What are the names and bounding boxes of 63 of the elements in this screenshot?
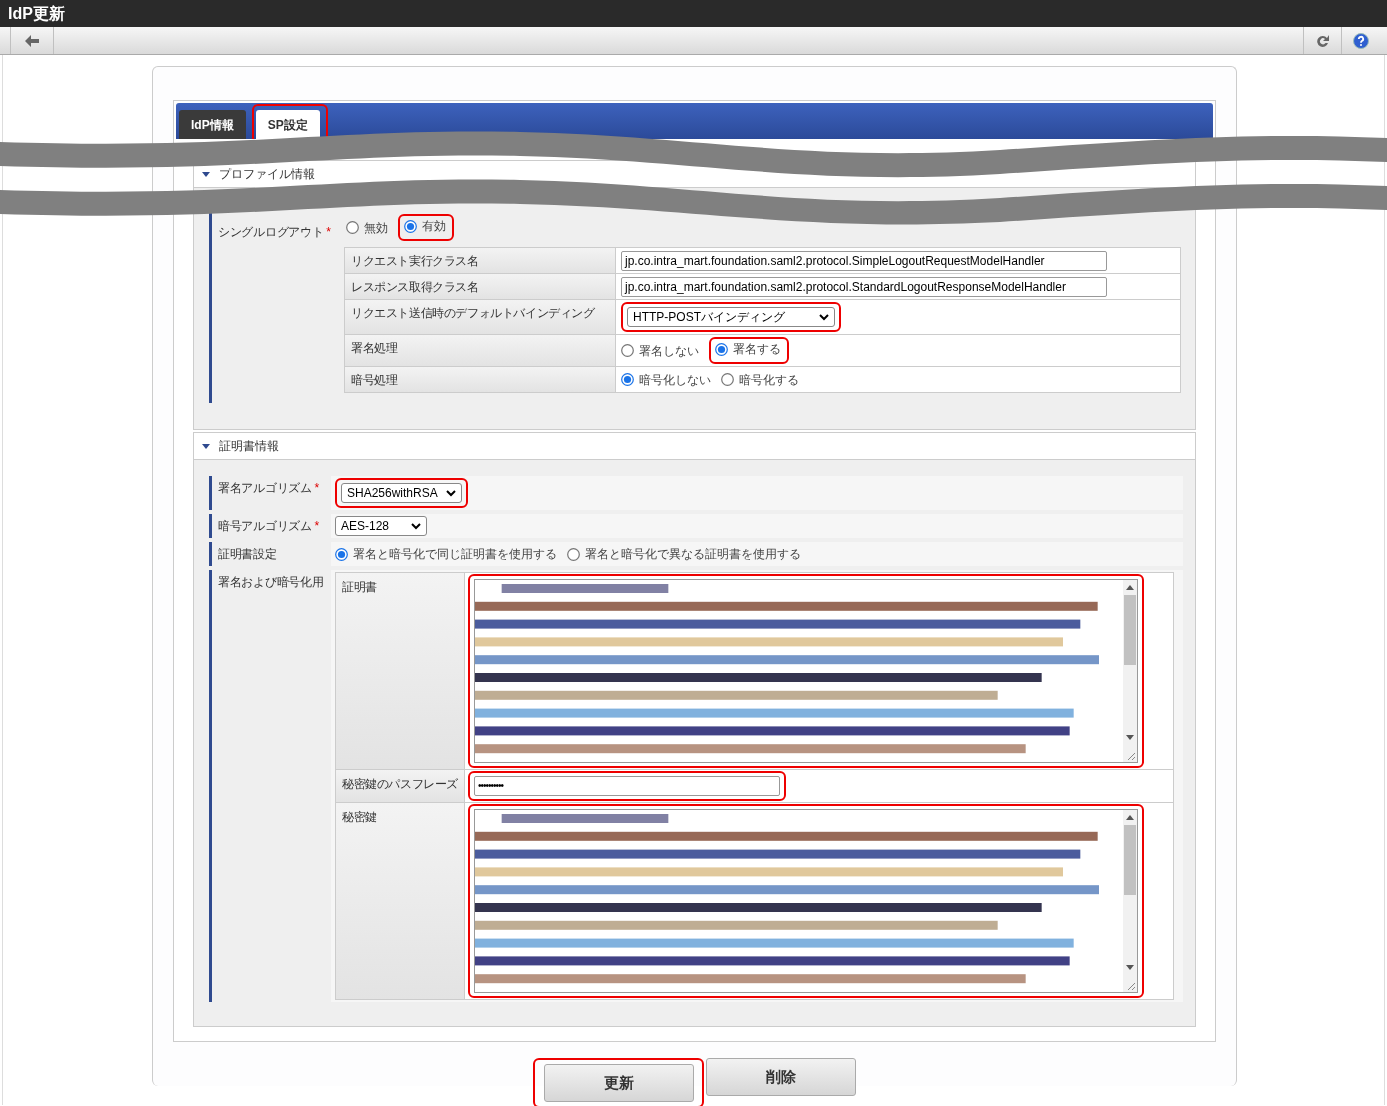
scrollbar[interactable] [1123,810,1137,992]
radio-button[interactable] [621,344,634,357]
radio-option[interactable]: 無効 [346,219,388,236]
field-label: 証明書設定 [218,546,277,562]
required-mark: * [326,224,331,240]
section-title: プロファイル情報 [219,166,315,182]
radio-option[interactable]: 署名する [715,341,781,357]
section-title: 証明書情報 [219,438,279,454]
field-label: レスポンス取得クラス名 [345,274,616,299]
radio-option[interactable]: 有効 [404,218,446,234]
resize-grip-icon[interactable] [1127,752,1135,760]
chevron-down-icon[interactable] [819,313,829,321]
radio-button[interactable] [721,373,734,386]
field-label: 秘密鍵 [336,803,465,999]
field-label: リクエスト送信時のデフォルトバインディング [345,300,616,334]
field-label: 署名および暗号化用 [218,574,324,590]
radio-button[interactable] [715,342,728,356]
radio-button[interactable] [335,547,348,561]
radio-button[interactable] [621,373,634,386]
radio-label[interactable]: 署名しない [639,342,699,359]
tab[interactable]: IdP情報 [179,110,246,139]
field-label: 秘密鍵のパスフレーズ [336,770,465,802]
help-icon [1352,32,1369,49]
field-label: シングルログアウト [218,224,324,240]
text-field[interactable]: jp.co.intra_mart.foundation.saml2.protocol.StandardLogoutResponseModelHandler [621,276,1107,297]
radio-option[interactable]: 暗号化しない [621,371,711,388]
chevron-down-icon[interactable] [445,489,456,497]
field-label: 署名処理 [345,335,616,366]
radio-label[interactable]: 暗号化する [739,371,799,388]
action-button[interactable]: 削除 [706,1058,856,1096]
chevron-down-icon[interactable] [411,522,421,530]
required-mark: * [314,518,319,534]
radio-button[interactable] [346,221,359,234]
back-button[interactable] [10,27,54,54]
required-mark: * [314,480,319,496]
dropdown[interactable]: AES-128 [335,516,427,536]
reload-icon [1315,33,1330,48]
action-button[interactable]: 更新 [544,1064,694,1102]
radio-option[interactable]: 署名しない [621,342,699,359]
radio-option[interactable]: 暗号化する [721,371,799,388]
resize-grip-icon[interactable] [1127,982,1135,990]
radio-label[interactable]: 暗号化しない [639,371,711,388]
field-label: 暗号処理 [345,367,616,392]
field-label: リクエスト実行クラス名 [345,248,616,273]
scrollbar[interactable] [1123,580,1137,762]
field-label: 暗号アルゴリズム [218,518,312,534]
dropdown[interactable]: SHA256withRSA [341,483,462,503]
collapse-caret-icon[interactable] [202,443,210,449]
radio-button[interactable] [404,219,417,233]
radio-label[interactable]: 有効 [422,218,446,234]
radio-button[interactable] [567,547,580,561]
tab[interactable]: SP設定 [255,110,320,139]
back-arrow-icon [25,34,39,47]
field-label: 署名アルゴリズム [218,480,312,496]
password-field[interactable]: •••••••••• [474,776,780,796]
radio-label[interactable]: 無効 [364,219,388,236]
window-title: IdP更新 [8,5,65,22]
field-label: 証明書 [336,573,465,769]
text-field[interactable]: jp.co.intra_mart.foundation.saml2.protocol.SimpleLogoutRequestModelHandler [621,250,1107,271]
radio-label[interactable]: 署名する [733,341,781,357]
section-header[interactable]: 証明書情報 [194,433,1195,460]
collapse-caret-icon[interactable] [202,171,210,177]
dropdown[interactable]: HTTP-POSTバインディング [627,307,835,327]
